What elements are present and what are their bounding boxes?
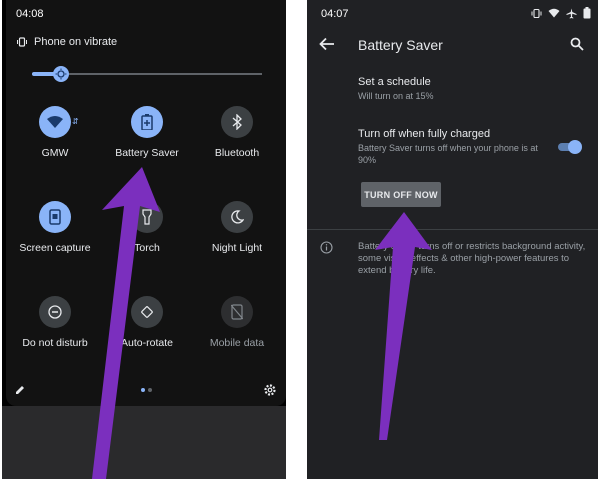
vibrate-icon: [531, 8, 542, 18]
tile-do-not-disturb[interactable]: Do not disturb: [10, 296, 100, 366]
search-button[interactable]: [570, 37, 584, 56]
tile-screen-capture-label: Screen capture: [19, 242, 91, 254]
settings-button[interactable]: [263, 383, 277, 402]
tile-battery-saver-circle: [131, 106, 163, 138]
tile-torch[interactable]: Torch: [102, 201, 192, 271]
battery-saver-screen: 04:07 Battery Saver Set a schedule Will …: [307, 0, 598, 479]
tile-auto-rotate-label: Auto-rotate: [121, 337, 173, 349]
info-icon: [320, 241, 333, 254]
airplane-icon: [566, 8, 577, 18]
dnd-icon: [48, 305, 62, 319]
turn-off-charged-row[interactable]: Turn off when fully charged Battery Save…: [358, 128, 544, 166]
tile-battery-saver[interactable]: Battery Saver: [102, 106, 192, 176]
wifi-icon: [548, 8, 560, 18]
annotation-arrow-right: [375, 212, 432, 440]
tile-auto-rotate[interactable]: Auto-rotate: [102, 296, 192, 366]
vibrate-status[interactable]: Phone on vibrate: [16, 36, 117, 48]
tile-torch-circle: [131, 201, 163, 233]
battery-icon: [583, 7, 591, 19]
quick-settings-screen: 04:08 Phone on vibrate GMW ⇵ Battery Sav…: [2, 0, 286, 479]
brightness-icon: [55, 68, 67, 80]
schedule-title: Set a schedule: [358, 76, 431, 88]
turn-off-now-button[interactable]: TURN OFF NOW: [361, 182, 441, 207]
page-title: Battery Saver: [358, 37, 443, 53]
flashlight-icon: [142, 209, 152, 225]
status-icons: [531, 7, 591, 19]
tile-mobile-data[interactable]: Mobile data: [192, 296, 282, 366]
info-text: Battery Saver turns off or restricts bac…: [358, 241, 586, 276]
tile-battery-saver-label: Battery Saver: [115, 147, 179, 159]
tile-bluetooth[interactable]: Bluetooth: [192, 106, 282, 176]
background-area: [2, 406, 286, 479]
tile-mobile-data-label: Mobile data: [209, 337, 265, 349]
vibrate-icon: [17, 37, 27, 47]
turn-off-charged-toggle-thumb[interactable]: [568, 140, 582, 154]
tile-wifi-label: GMW: [41, 147, 69, 159]
tile-wifi[interactable]: GMW: [10, 106, 100, 176]
arrow-back-icon: [319, 37, 334, 51]
moon-icon: [231, 210, 244, 224]
turn-off-charged-title: Turn off when fully charged: [358, 128, 491, 140]
schedule-row[interactable]: Set a schedule Will turn on at 15%: [358, 76, 588, 102]
tile-torch-label: Torch: [134, 242, 160, 254]
tile-screen-capture[interactable]: Screen capture: [10, 201, 100, 271]
tile-dnd-label: Do not disturb: [22, 337, 88, 349]
tile-night-light-circle: [221, 201, 253, 233]
mobile-data-off-icon: [231, 304, 243, 320]
tile-screen-capture-circle: [39, 201, 71, 233]
page-dot-active: [141, 388, 145, 392]
status-time: 04:08: [16, 8, 44, 20]
wifi-icon: [47, 116, 63, 128]
battery-saver-icon: [141, 114, 153, 130]
tile-night-light[interactable]: Night Light: [192, 201, 282, 271]
schedule-subtitle: Will turn on at 15%: [358, 91, 434, 101]
gear-icon: [264, 384, 276, 396]
screen-capture-icon: [49, 209, 61, 225]
pencil-icon: [16, 386, 24, 394]
tile-auto-rotate-circle: [131, 296, 163, 328]
tile-bluetooth-label: Bluetooth: [214, 147, 260, 159]
page-indicator: [141, 388, 152, 392]
info-icon-wrapper: [320, 241, 333, 259]
brightness-slider-thumb[interactable]: [53, 66, 69, 82]
vibrate-label: Phone on vibrate: [34, 36, 118, 48]
status-time: 04:07: [321, 8, 349, 20]
divider: [307, 229, 598, 230]
rotate-icon: [141, 306, 153, 318]
tile-dnd-circle: [39, 296, 71, 328]
wifi-data-arrows-icon: ⇵: [72, 117, 79, 126]
turn-off-charged-subtitle: Battery Saver turns off when your phone …: [358, 143, 538, 165]
back-button[interactable]: [319, 37, 335, 56]
tile-mobile-data-circle: [221, 296, 253, 328]
edit-tiles-button[interactable]: [14, 383, 26, 401]
tile-wifi-circle: [39, 106, 71, 138]
bluetooth-icon: [232, 114, 242, 130]
tile-bluetooth-circle: [221, 106, 253, 138]
search-icon: [570, 37, 584, 51]
tile-night-light-label: Night Light: [211, 242, 263, 254]
page-dot: [148, 388, 152, 392]
